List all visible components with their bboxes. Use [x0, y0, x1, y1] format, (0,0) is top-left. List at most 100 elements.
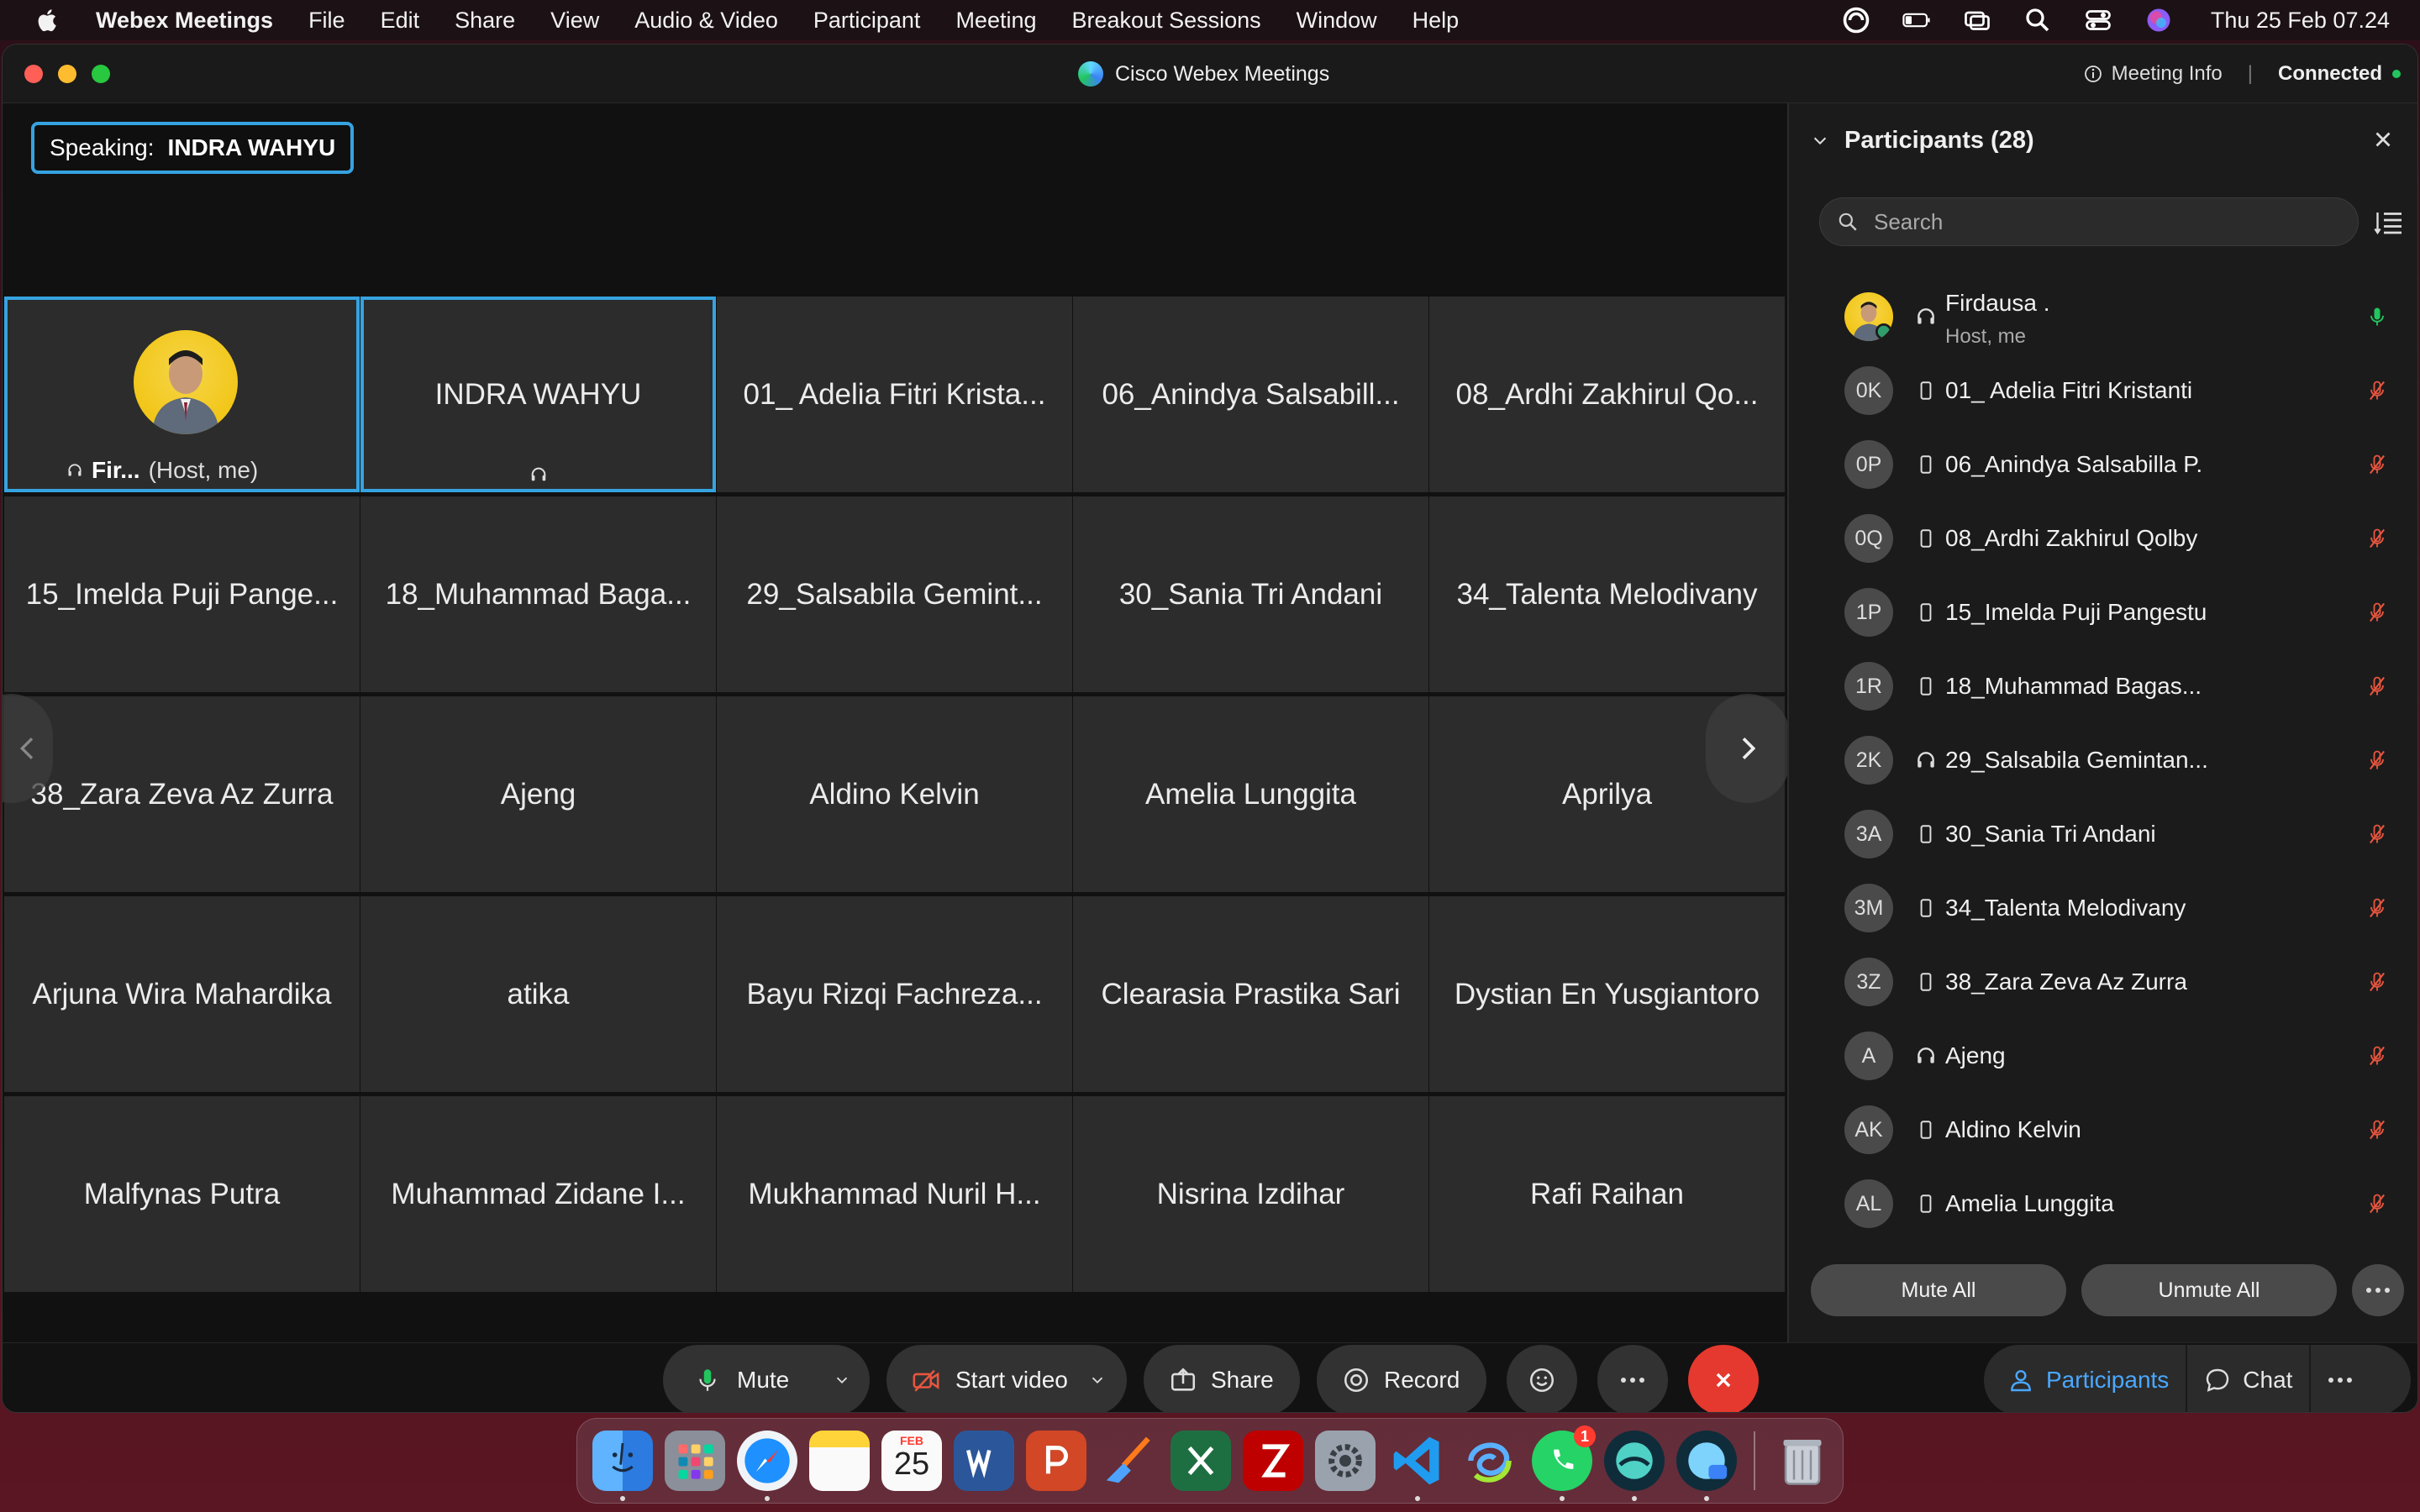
safari-icon[interactable]: [737, 1431, 797, 1501]
unmute-all-button[interactable]: Unmute All: [2081, 1264, 2337, 1316]
microphone-muted-icon[interactable]: [2365, 1192, 2389, 1215]
participant-row[interactable]: 2K 29_Salsabila Gemintan...: [1789, 723, 2417, 797]
menu-meeting[interactable]: Meeting: [955, 8, 1036, 34]
share-button[interactable]: Share: [1144, 1345, 1300, 1412]
next-page-button[interactable]: [1706, 694, 1790, 803]
participant-row[interactable]: 0K 01_ Adelia Fitri Kristanti: [1789, 354, 2417, 428]
video-tile[interactable]: 38_Zara Zeva Az Zurra: [4, 696, 360, 892]
cleaner-app-icon[interactable]: [1098, 1431, 1159, 1491]
participant-row[interactable]: A Ajeng: [1789, 1019, 2417, 1093]
window-close-button[interactable]: [24, 65, 43, 83]
participant-row[interactable]: 1R 18_Muhammad Bagas...: [1789, 649, 2417, 723]
vscode-icon[interactable]: [1387, 1431, 1448, 1501]
control-center-icon[interactable]: [2083, 5, 2113, 35]
video-tile[interactable]: 08_Ardhi Zakhirul Qo...: [1429, 297, 1785, 492]
window-minimize-button[interactable]: [58, 65, 76, 83]
leave-meeting-button[interactable]: [1688, 1345, 1759, 1412]
filezilla-icon[interactable]: [1243, 1431, 1303, 1491]
microphone-muted-icon[interactable]: [2365, 675, 2389, 698]
video-tile[interactable]: 29_Salsabila Gemint...: [717, 496, 1072, 692]
video-tile[interactable]: Dystian En Yusgiantoro: [1429, 896, 1785, 1092]
webex-teams-icon[interactable]: [1676, 1431, 1737, 1501]
video-tile[interactable]: 18_Muhammad Baga...: [360, 496, 716, 692]
microphone-muted-icon[interactable]: [2365, 822, 2389, 846]
microphone-muted-icon[interactable]: [2365, 970, 2389, 994]
webex-meetings-icon[interactable]: [1604, 1431, 1665, 1501]
video-tile[interactable]: Nisrina Izdihar: [1073, 1096, 1428, 1292]
excel-icon[interactable]: [1171, 1431, 1231, 1491]
microphone-muted-icon[interactable]: [2365, 527, 2389, 550]
chat-tab[interactable]: Chat: [2187, 1345, 2309, 1412]
launchpad-icon[interactable]: [665, 1431, 725, 1491]
chevron-down-icon[interactable]: [1088, 1371, 1107, 1389]
video-tile[interactable]: Arjuna Wira Mahardika: [4, 896, 360, 1092]
menu-audio-video[interactable]: Audio & Video: [634, 8, 778, 34]
video-tile[interactable]: 30_Sania Tri Andani: [1073, 496, 1428, 692]
participant-row[interactable]: AL Amelia Lunggita: [1789, 1167, 2417, 1241]
participants-tab[interactable]: Participants: [1984, 1345, 2186, 1412]
microphone-muted-icon[interactable]: [2365, 601, 2389, 624]
trash-icon[interactable]: [1772, 1431, 1833, 1491]
reactions-button[interactable]: [1507, 1345, 1577, 1412]
participant-row[interactable]: Firdausa . Host, me: [1789, 280, 2417, 354]
powerpoint-icon[interactable]: [1026, 1431, 1086, 1491]
panel-more-button[interactable]: [2352, 1264, 2404, 1316]
window-zoom-button[interactable]: [92, 65, 110, 83]
participants-panel-header[interactable]: Participants (28): [1811, 115, 2034, 165]
video-tile[interactable]: Bayu Rizqi Fachreza...: [717, 896, 1072, 1092]
notes-icon[interactable]: [809, 1431, 870, 1491]
chevron-down-icon[interactable]: [833, 1371, 851, 1389]
video-tile-self[interactable]: Fir... (Host, me): [4, 297, 360, 492]
spotlight-search-icon[interactable]: [2023, 5, 2053, 35]
meeting-info-button[interactable]: Meeting Info: [2083, 62, 2223, 86]
participant-row[interactable]: 3Z 38_Zara Zeva Az Zurra: [1789, 945, 2417, 1019]
video-tile[interactable]: Muhammad Zidane I...: [360, 1096, 716, 1292]
participants-search-input[interactable]: Search: [1819, 197, 2359, 246]
system-preferences-icon[interactable]: [1315, 1431, 1376, 1491]
microphone-muted-icon[interactable]: [2365, 1044, 2389, 1068]
menu-edit[interactable]: Edit: [381, 8, 420, 34]
word-icon[interactable]: [954, 1431, 1014, 1491]
battery-icon[interactable]: [1902, 5, 1932, 35]
mute-all-button[interactable]: Mute All: [1811, 1264, 2066, 1316]
menu-app-name[interactable]: Webex Meetings: [96, 8, 273, 34]
whatsapp-icon[interactable]: 1: [1532, 1425, 1596, 1501]
participant-row[interactable]: 0Q 08_Ardhi Zakhirul Qolby: [1789, 501, 2417, 575]
video-tile[interactable]: Aldino Kelvin: [717, 696, 1072, 892]
participant-row[interactable]: 1P 15_Imelda Puji Pangestu: [1789, 575, 2417, 649]
panel-more-options-button[interactable]: [2311, 1345, 2370, 1412]
participant-row[interactable]: 0P 06_Anindya Salsabilla P.: [1789, 428, 2417, 501]
video-tile[interactable]: Clearasia Prastika Sari: [1073, 896, 1428, 1092]
menu-view[interactable]: View: [550, 8, 599, 34]
microphone-muted-icon[interactable]: [2365, 896, 2389, 920]
video-tile[interactable]: 15_Imelda Puji Pange...: [4, 496, 360, 692]
participant-row[interactable]: 3A 30_Sania Tri Andani: [1789, 797, 2417, 871]
microphone-muted-icon[interactable]: [2365, 453, 2389, 476]
sort-list-icon[interactable]: [2374, 207, 2404, 238]
apple-logo-icon[interactable]: [34, 6, 62, 34]
siri-icon[interactable]: [2144, 5, 2174, 35]
participant-row[interactable]: 3M 34_Talenta Melodivany: [1789, 871, 2417, 945]
video-tile[interactable]: 34_Talenta Melodivany: [1429, 496, 1785, 692]
participant-row[interactable]: AK Aldino Kelvin: [1789, 1093, 2417, 1167]
more-options-button[interactable]: [1597, 1345, 1668, 1412]
mute-button[interactable]: Mute: [663, 1345, 870, 1412]
menu-clock[interactable]: Thu 25 Feb 07.24: [2211, 8, 2390, 34]
microphone-muted-icon[interactable]: [2365, 1118, 2389, 1142]
close-icon[interactable]: [2370, 127, 2396, 152]
video-tile[interactable]: 01_ Adelia Fitri Krista...: [717, 297, 1072, 492]
video-tile[interactable]: Amelia Lunggita: [1073, 696, 1428, 892]
start-video-button[interactable]: Start video: [886, 1345, 1127, 1412]
microphone-muted-icon[interactable]: [2365, 379, 2389, 402]
menu-breakout-sessions[interactable]: Breakout Sessions: [1072, 8, 1261, 34]
menu-help[interactable]: Help: [1413, 8, 1460, 34]
menu-window[interactable]: Window: [1297, 8, 1377, 34]
video-tile[interactable]: atika: [360, 896, 716, 1092]
screen-mirroring-icon[interactable]: [1962, 5, 1992, 35]
video-tile[interactable]: 06_Anindya Salsabill...: [1073, 297, 1428, 492]
menu-share[interactable]: Share: [455, 8, 515, 34]
menu-participant[interactable]: Participant: [813, 8, 921, 34]
microphone-muted-icon[interactable]: [2365, 748, 2389, 772]
video-tile[interactable]: Rafi Raihan: [1429, 1096, 1785, 1292]
finder-icon[interactable]: [592, 1431, 653, 1501]
